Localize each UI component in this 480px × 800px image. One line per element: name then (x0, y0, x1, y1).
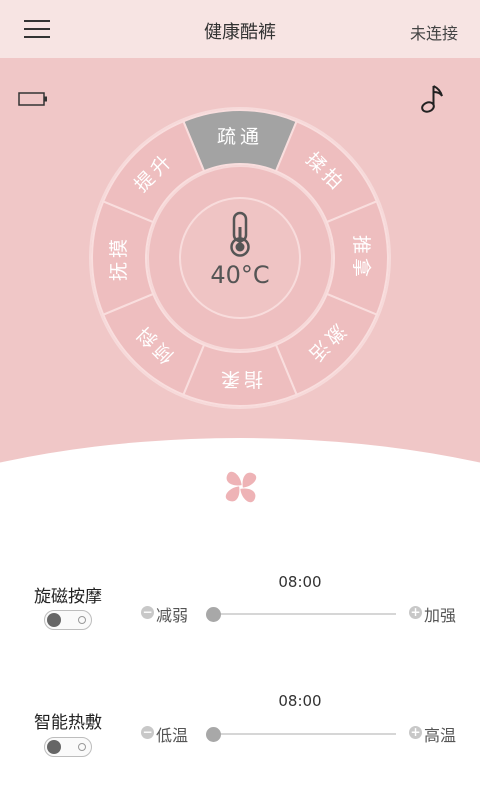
max-label: 加强 (424, 606, 457, 625)
toggle-off-indicator (78, 743, 86, 751)
min-label: 低温 (156, 726, 189, 745)
toggle-off-indicator (78, 616, 86, 624)
app-header: 健康酷裤 未连接 (0, 0, 480, 58)
temperature-slider[interactable] (210, 733, 396, 735)
increase-button[interactable]: + (409, 726, 422, 739)
timer-display: 08:00 (278, 573, 322, 591)
mode-segment-label: 疏通 (217, 126, 263, 148)
intensity-slider[interactable] (210, 613, 396, 615)
mode-segment-label: 抚摸 (108, 235, 130, 281)
mode-wheel: 疏通揉拍推拿激活指柔倾斜抚摸提升 40°C (89, 107, 391, 409)
temperature-dial[interactable] (179, 197, 301, 319)
temperature-readout: 40°C (210, 261, 269, 289)
increase-button[interactable]: + (409, 606, 422, 619)
min-label: 减弱 (156, 606, 189, 625)
control-rotary-massage: 旋磁按摩 08:00 − 减弱 + 加强 (0, 570, 480, 650)
max-label: 高温 (424, 726, 457, 745)
slider-thumb[interactable] (206, 607, 221, 622)
decrease-button[interactable]: − (141, 606, 154, 619)
music-note-icon[interactable] (420, 82, 448, 114)
menu-icon[interactable] (24, 18, 50, 40)
heat-toggle[interactable] (44, 737, 92, 757)
mode-segment-label: 指柔 (217, 368, 263, 390)
mode-panel: 疏通 揉拍 推拿 激活 指柔 倾斜 抚摸 提升 40°C (0, 58, 480, 558)
clover-icon (225, 471, 257, 503)
battery-icon (18, 92, 47, 106)
control-smart-heat: 智能热敷 08:00 − 低温 + 高温 (0, 688, 480, 768)
mode-segment-label: 推拿 (350, 235, 373, 281)
toggle-knob (47, 613, 61, 627)
control-label: 智能热敷 (34, 713, 102, 733)
massage-toggle[interactable] (44, 610, 92, 630)
control-label: 旋磁按摩 (34, 587, 102, 607)
timer-display: 08:00 (278, 692, 322, 710)
decrease-button[interactable]: − (141, 726, 154, 739)
slider-thumb[interactable] (206, 727, 221, 742)
app-title: 健康酷裤 (204, 22, 276, 43)
connection-status[interactable]: 未连接 (410, 20, 458, 44)
toggle-knob (47, 740, 61, 754)
